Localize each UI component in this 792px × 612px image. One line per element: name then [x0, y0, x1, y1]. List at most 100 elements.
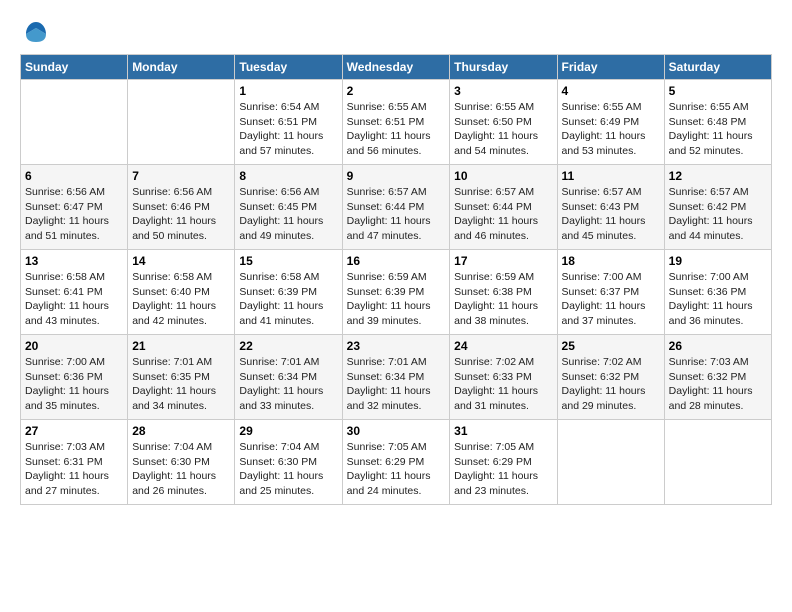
cell-info: Sunrise: 7:01 AMSunset: 6:35 PMDaylight:…: [132, 355, 230, 414]
calendar-cell: 7 Sunrise: 6:56 AMSunset: 6:46 PMDaylight…: [128, 165, 235, 250]
week-row-5: 27 Sunrise: 7:03 AMSunset: 6:31 PMDayligh…: [21, 420, 772, 505]
day-number: 8: [239, 169, 337, 183]
cell-info: Sunrise: 7:05 AMSunset: 6:29 PMDaylight:…: [454, 440, 552, 499]
calendar-cell: 28 Sunrise: 7:04 AMSunset: 6:30 PMDayligh…: [128, 420, 235, 505]
day-number: 30: [347, 424, 446, 438]
week-row-4: 20 Sunrise: 7:00 AMSunset: 6:36 PMDayligh…: [21, 335, 772, 420]
day-number: 28: [132, 424, 230, 438]
calendar-cell: 19Sunrise: 7:00 AMSunset: 6:36 PMDayligh…: [664, 250, 771, 335]
calendar-cell: 10 Sunrise: 6:57 AMSunset: 6:44 PMDayligh…: [450, 165, 557, 250]
day-number: 25: [562, 339, 660, 353]
calendar-cell: 5Sunrise: 6:55 AMSunset: 6:48 PMDaylight…: [664, 80, 771, 165]
day-header-sunday: Sunday: [21, 55, 128, 80]
cell-info: Sunrise: 6:56 AMSunset: 6:45 PMDaylight:…: [239, 185, 337, 244]
calendar-cell: 24 Sunrise: 7:02 AMSunset: 6:33 PMDayligh…: [450, 335, 557, 420]
day-number: 10: [454, 169, 552, 183]
cell-info: Sunrise: 6:55 AMSunset: 6:48 PMDaylight:…: [669, 100, 767, 159]
calendar-cell: 1 Sunrise: 6:54 AMSunset: 6:51 PMDaylight…: [235, 80, 342, 165]
calendar-cell: 9Sunrise: 6:57 AMSunset: 6:44 PMDaylight…: [342, 165, 450, 250]
calendar-cell: 23 Sunrise: 7:01 AMSunset: 6:34 PMDayligh…: [342, 335, 450, 420]
calendar-cell: 2Sunrise: 6:55 AMSunset: 6:51 PMDaylight…: [342, 80, 450, 165]
calendar-cell: [664, 420, 771, 505]
day-header-tuesday: Tuesday: [235, 55, 342, 80]
cell-info: Sunrise: 7:00 AMSunset: 6:36 PMDaylight:…: [25, 355, 123, 414]
cell-info: Sunrise: 7:03 AMSunset: 6:32 PMDaylight:…: [669, 355, 767, 414]
day-number: 24: [454, 339, 552, 353]
calendar-cell: 20 Sunrise: 7:00 AMSunset: 6:36 PMDayligh…: [21, 335, 128, 420]
day-number: 15: [239, 254, 337, 268]
day-number: 4: [562, 84, 660, 98]
cell-info: Sunrise: 6:56 AMSunset: 6:47 PMDaylight:…: [25, 185, 123, 244]
day-number: 3: [454, 84, 552, 98]
calendar-cell: 26 Sunrise: 7:03 AMSunset: 6:32 PMDayligh…: [664, 335, 771, 420]
logo-icon: [24, 20, 48, 44]
cell-info: Sunrise: 6:57 AMSunset: 6:42 PMDaylight:…: [669, 185, 767, 244]
day-number: 1: [239, 84, 337, 98]
calendar-cell: [128, 80, 235, 165]
week-row-1: 1 Sunrise: 6:54 AMSunset: 6:51 PMDaylight…: [21, 80, 772, 165]
cell-info: Sunrise: 6:57 AMSunset: 6:44 PMDaylight:…: [454, 185, 552, 244]
cell-info: Sunrise: 6:59 AMSunset: 6:39 PMDaylight:…: [347, 270, 446, 329]
cell-info: Sunrise: 6:58 AMSunset: 6:41 PMDaylight:…: [25, 270, 123, 329]
calendar-cell: 21 Sunrise: 7:01 AMSunset: 6:35 PMDayligh…: [128, 335, 235, 420]
week-row-3: 13 Sunrise: 6:58 AMSunset: 6:41 PMDayligh…: [21, 250, 772, 335]
calendar-cell: 15 Sunrise: 6:58 AMSunset: 6:39 PMDayligh…: [235, 250, 342, 335]
day-header-saturday: Saturday: [664, 55, 771, 80]
cell-info: Sunrise: 7:04 AMSunset: 6:30 PMDaylight:…: [239, 440, 337, 499]
calendar-cell: 4 Sunrise: 6:55 AMSunset: 6:49 PMDaylight…: [557, 80, 664, 165]
calendar-cell: 30 Sunrise: 7:05 AMSunset: 6:29 PMDayligh…: [342, 420, 450, 505]
day-number: 27: [25, 424, 123, 438]
day-number: 9: [347, 169, 446, 183]
calendar-cell: [21, 80, 128, 165]
day-number: 7: [132, 169, 230, 183]
day-header-thursday: Thursday: [450, 55, 557, 80]
day-number: 6: [25, 169, 123, 183]
day-header-wednesday: Wednesday: [342, 55, 450, 80]
day-number: 17: [454, 254, 552, 268]
cell-info: Sunrise: 6:56 AMSunset: 6:46 PMDaylight:…: [132, 185, 230, 244]
calendar-cell: 18 Sunrise: 7:00 AMSunset: 6:37 PMDayligh…: [557, 250, 664, 335]
calendar-table: SundayMondayTuesdayWednesdayThursdayFrid…: [20, 54, 772, 505]
cell-info: Sunrise: 7:05 AMSunset: 6:29 PMDaylight:…: [347, 440, 446, 499]
day-number: 22: [239, 339, 337, 353]
day-number: 29: [239, 424, 337, 438]
cell-info: Sunrise: 6:58 AMSunset: 6:40 PMDaylight:…: [132, 270, 230, 329]
day-header-monday: Monday: [128, 55, 235, 80]
cell-info: Sunrise: 6:55 AMSunset: 6:51 PMDaylight:…: [347, 100, 446, 159]
calendar-cell: [557, 420, 664, 505]
cell-info: Sunrise: 7:01 AMSunset: 6:34 PMDaylight:…: [239, 355, 337, 414]
day-number: 16: [347, 254, 446, 268]
calendar-cell: 8 Sunrise: 6:56 AMSunset: 6:45 PMDaylight…: [235, 165, 342, 250]
day-number: 14: [132, 254, 230, 268]
cell-info: Sunrise: 6:54 AMSunset: 6:51 PMDaylight:…: [239, 100, 337, 159]
week-row-2: 6 Sunrise: 6:56 AMSunset: 6:47 PMDaylight…: [21, 165, 772, 250]
calendar-cell: 27 Sunrise: 7:03 AMSunset: 6:31 PMDayligh…: [21, 420, 128, 505]
calendar-cell: 25 Sunrise: 7:02 AMSunset: 6:32 PMDayligh…: [557, 335, 664, 420]
day-number: 26: [669, 339, 767, 353]
cell-info: Sunrise: 7:00 AMSunset: 6:36 PMDaylight:…: [669, 270, 767, 329]
day-number: 11: [562, 169, 660, 183]
calendar-cell: 16 Sunrise: 6:59 AMSunset: 6:39 PMDayligh…: [342, 250, 450, 335]
cell-info: Sunrise: 6:58 AMSunset: 6:39 PMDaylight:…: [239, 270, 337, 329]
calendar-cell: 29 Sunrise: 7:04 AMSunset: 6:30 PMDayligh…: [235, 420, 342, 505]
logo: [20, 20, 48, 44]
day-number: 13: [25, 254, 123, 268]
cell-info: Sunrise: 7:02 AMSunset: 6:32 PMDaylight:…: [562, 355, 660, 414]
calendar-cell: 6 Sunrise: 6:56 AMSunset: 6:47 PMDaylight…: [21, 165, 128, 250]
cell-info: Sunrise: 7:03 AMSunset: 6:31 PMDaylight:…: [25, 440, 123, 499]
day-header-friday: Friday: [557, 55, 664, 80]
cell-info: Sunrise: 7:02 AMSunset: 6:33 PMDaylight:…: [454, 355, 552, 414]
cell-info: Sunrise: 6:55 AMSunset: 6:50 PMDaylight:…: [454, 100, 552, 159]
day-number: 31: [454, 424, 552, 438]
calendar-cell: 17Sunrise: 6:59 AMSunset: 6:38 PMDayligh…: [450, 250, 557, 335]
day-number: 23: [347, 339, 446, 353]
day-number: 18: [562, 254, 660, 268]
cell-info: Sunrise: 7:00 AMSunset: 6:37 PMDaylight:…: [562, 270, 660, 329]
calendar-cell: 13 Sunrise: 6:58 AMSunset: 6:41 PMDayligh…: [21, 250, 128, 335]
cell-info: Sunrise: 6:55 AMSunset: 6:49 PMDaylight:…: [562, 100, 660, 159]
day-number: 20: [25, 339, 123, 353]
cell-info: Sunrise: 6:57 AMSunset: 6:43 PMDaylight:…: [562, 185, 660, 244]
day-number: 21: [132, 339, 230, 353]
cell-info: Sunrise: 7:01 AMSunset: 6:34 PMDaylight:…: [347, 355, 446, 414]
cell-info: Sunrise: 7:04 AMSunset: 6:30 PMDaylight:…: [132, 440, 230, 499]
